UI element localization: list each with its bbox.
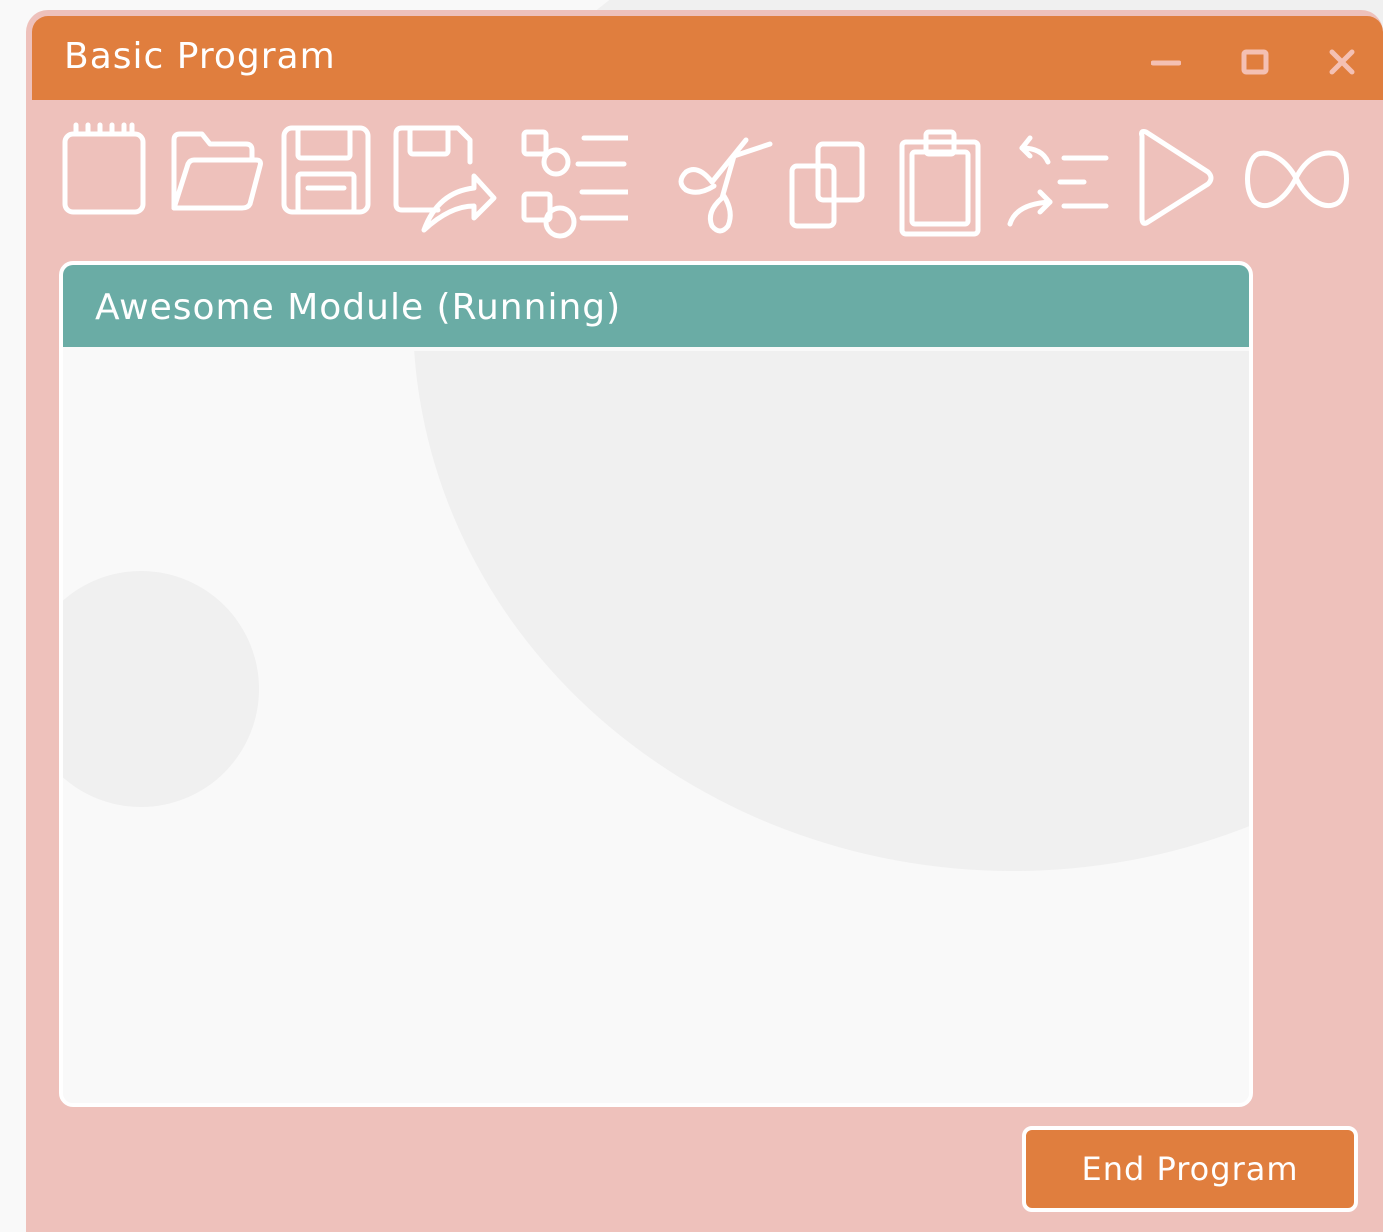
scissors-cut-icon — [678, 137, 773, 234]
desktop: Basic Program Awesome Module (Running) E… — [0, 0, 1383, 1232]
list-shapes-icon — [521, 129, 639, 239]
content-circle-large — [413, 351, 1249, 871]
save-button[interactable] — [278, 122, 390, 240]
maximize-button[interactable] — [1235, 42, 1275, 82]
list-button[interactable] — [516, 122, 639, 240]
maximize-icon — [1241, 49, 1269, 75]
window-title: Basic Program — [64, 36, 336, 77]
run-button[interactable] — [1134, 122, 1246, 240]
close-button[interactable] — [1322, 42, 1362, 82]
module-title: Awesome Module (Running) — [95, 287, 622, 328]
close-icon — [1329, 49, 1355, 75]
paste-button[interactable] — [896, 122, 1008, 240]
notepad-new-icon — [62, 122, 146, 215]
copy-icon — [789, 141, 865, 229]
save-as-icon — [393, 125, 497, 233]
module-panel: Awesome Module (Running) — [59, 261, 1253, 1107]
save-floppy-icon — [281, 125, 371, 215]
minimize-icon — [1151, 60, 1181, 66]
content-circle-small — [63, 571, 259, 807]
program-window: Basic Program Awesome Module (Running) E… — [26, 10, 1383, 1232]
infinity-loop-icon — [1245, 150, 1349, 208]
loop-button[interactable] — [1240, 122, 1352, 240]
title-bar[interactable]: Basic Program — [32, 16, 1383, 100]
cut-button[interactable] — [668, 122, 780, 240]
undo-redo-list-icon — [1007, 135, 1109, 227]
paste-clipboard-icon — [899, 129, 981, 237]
minimize-button[interactable] — [1146, 42, 1186, 82]
open-folder-icon — [171, 131, 263, 211]
play-icon — [1139, 129, 1214, 226]
open-button[interactable] — [166, 122, 278, 240]
module-header[interactable]: Awesome Module (Running) — [63, 265, 1249, 347]
end-program-button[interactable]: End Program — [1022, 1126, 1358, 1212]
module-content-area[interactable] — [63, 351, 1249, 1103]
copy-button[interactable] — [788, 122, 900, 240]
undo-redo-button[interactable] — [1002, 122, 1114, 240]
toolbar — [26, 122, 1383, 246]
new-file-button[interactable] — [56, 122, 168, 240]
save-as-button[interactable] — [390, 122, 502, 240]
